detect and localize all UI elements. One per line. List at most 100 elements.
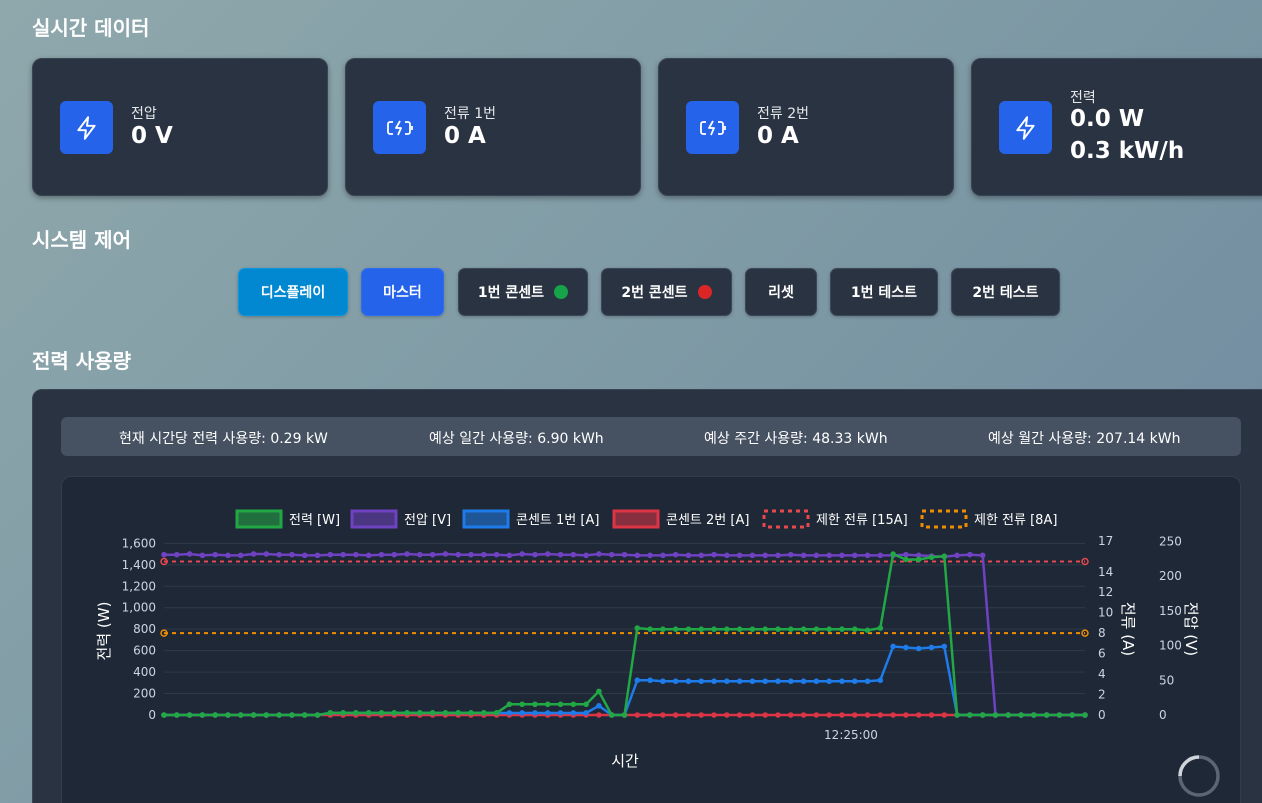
data-point <box>890 643 896 650</box>
y-tick-label-voltage: 50 <box>1159 673 1174 687</box>
data-point <box>660 712 666 718</box>
data-point <box>608 551 615 558</box>
data-point <box>276 712 282 718</box>
data-point <box>928 644 935 651</box>
reset-button[interactable]: 리셋 <box>745 268 817 316</box>
legend-label: 콘센트 1번 [A] <box>516 513 599 528</box>
energy-rate-value: 0.3 kW/h <box>1070 138 1185 164</box>
y-tick-label-voltage: 150 <box>1159 604 1182 618</box>
data-point <box>557 551 564 558</box>
chart-legend: 전력 [W] 전압 [V] 콘센트 1번 [A] 콘센트 2번 [A] 제한 전류 [1… <box>235 509 1057 529</box>
daily-usage-stat: 예상 일간 사용량: 6.90 kWh <box>429 431 604 447</box>
data-point <box>161 551 167 558</box>
reset-button-label: 리셋 <box>768 285 794 301</box>
data-point <box>685 552 692 559</box>
weekly-usage-stat: 예상 주간 사용량: 48.33 kWh <box>704 431 888 447</box>
legend-swatch <box>350 509 398 529</box>
data-point <box>826 552 832 559</box>
data-point <box>724 626 730 632</box>
y-axis-label-power: 전력 (W) <box>95 602 113 661</box>
power-card: 전력 0.0 W 0.3 kW/h <box>971 58 1262 196</box>
y-tick-label-current: 4 <box>1098 667 1106 681</box>
data-point <box>225 552 231 559</box>
data-point <box>506 552 513 559</box>
y-tick-label-power: 400 <box>133 665 156 679</box>
data-point <box>455 551 462 558</box>
outlet1-button[interactable]: 1번 콘센트 <box>458 268 588 316</box>
data-point <box>532 710 538 716</box>
data-point <box>596 702 602 709</box>
legend-swatch <box>235 509 283 529</box>
data-point <box>596 688 602 695</box>
data-point <box>839 678 845 685</box>
data-point <box>480 710 487 716</box>
data-point <box>301 552 308 559</box>
y-tick-label-current: 0 <box>1098 708 1106 722</box>
data-point <box>327 710 334 716</box>
test1-button[interactable]: 1번 테스트 <box>830 268 938 316</box>
data-point <box>647 626 653 632</box>
chart-container: 전력 [W] 전압 [V] 콘센트 1번 [A] 콘센트 2번 [A] 제한 전류 [1… <box>61 476 1241 803</box>
data-point <box>839 626 845 632</box>
data-point <box>519 551 525 557</box>
series-line <box>164 552 1085 717</box>
usage-stats-bar: 현재 시간당 전력 사용량: 0.29 kW 예상 일간 사용량: 6.90 k… <box>61 417 1241 456</box>
data-point <box>1018 712 1024 718</box>
data-point <box>1005 712 1012 718</box>
y-tick-label-current: 14 <box>1098 565 1113 579</box>
data-point <box>301 712 308 718</box>
data-point <box>276 551 282 558</box>
data-point <box>263 712 270 718</box>
data-point <box>647 677 653 684</box>
data-point <box>839 712 845 718</box>
master-button[interactable]: 마스터 <box>361 268 444 316</box>
data-point <box>340 710 346 716</box>
realtime-title: 실시간 데이터 <box>32 16 150 40</box>
data-point <box>864 627 871 634</box>
y-tick-label-power: 1,600 <box>122 536 156 550</box>
data-point <box>736 626 743 632</box>
data-point <box>877 625 884 631</box>
data-point <box>877 712 884 718</box>
data-point <box>468 551 474 558</box>
y-tick-label-power: 1,200 <box>122 579 156 593</box>
y-tick-label-power: 600 <box>133 644 156 658</box>
data-point <box>608 712 615 718</box>
data-point <box>724 552 730 559</box>
data-point <box>353 551 359 558</box>
legend-label: 전력 [W] <box>289 513 340 528</box>
series-line <box>164 645 1085 717</box>
data-point <box>417 551 423 558</box>
loading-spinner-icon <box>1178 755 1220 797</box>
power-chart: 전력 [W] 전압 [V] 콘센트 1번 [A] 콘센트 2번 [A] 제한 전류 [1… <box>95 509 1220 797</box>
data-point <box>532 551 538 558</box>
data-point <box>736 678 743 685</box>
data-point <box>890 551 896 557</box>
data-point <box>660 678 666 685</box>
data-point <box>327 551 334 558</box>
data-point <box>442 551 449 557</box>
data-point <box>506 710 513 716</box>
y-tick-label-voltage: 250 <box>1159 534 1182 548</box>
current1-value: 0 A <box>444 123 486 149</box>
data-point <box>800 712 807 718</box>
y-tick-label-current: 8 <box>1098 626 1106 640</box>
data-point <box>186 712 193 718</box>
data-point <box>672 678 679 685</box>
test2-button[interactable]: 2번 테스트 <box>951 268 1060 316</box>
data-point <box>647 552 653 559</box>
data-point <box>519 710 525 716</box>
data-point <box>787 712 794 718</box>
data-point <box>532 701 538 708</box>
data-point <box>557 701 564 708</box>
display-button[interactable]: 디스플레이 <box>238 268 348 316</box>
x-axis-label: 시간 <box>611 752 639 770</box>
data-point <box>724 678 730 685</box>
data-point <box>967 712 973 718</box>
data-point <box>877 552 884 559</box>
data-point <box>954 712 960 718</box>
data-point <box>634 712 641 718</box>
data-point <box>250 551 257 557</box>
data-point <box>979 712 986 718</box>
outlet2-button[interactable]: 2번 콘센트 <box>601 268 732 316</box>
